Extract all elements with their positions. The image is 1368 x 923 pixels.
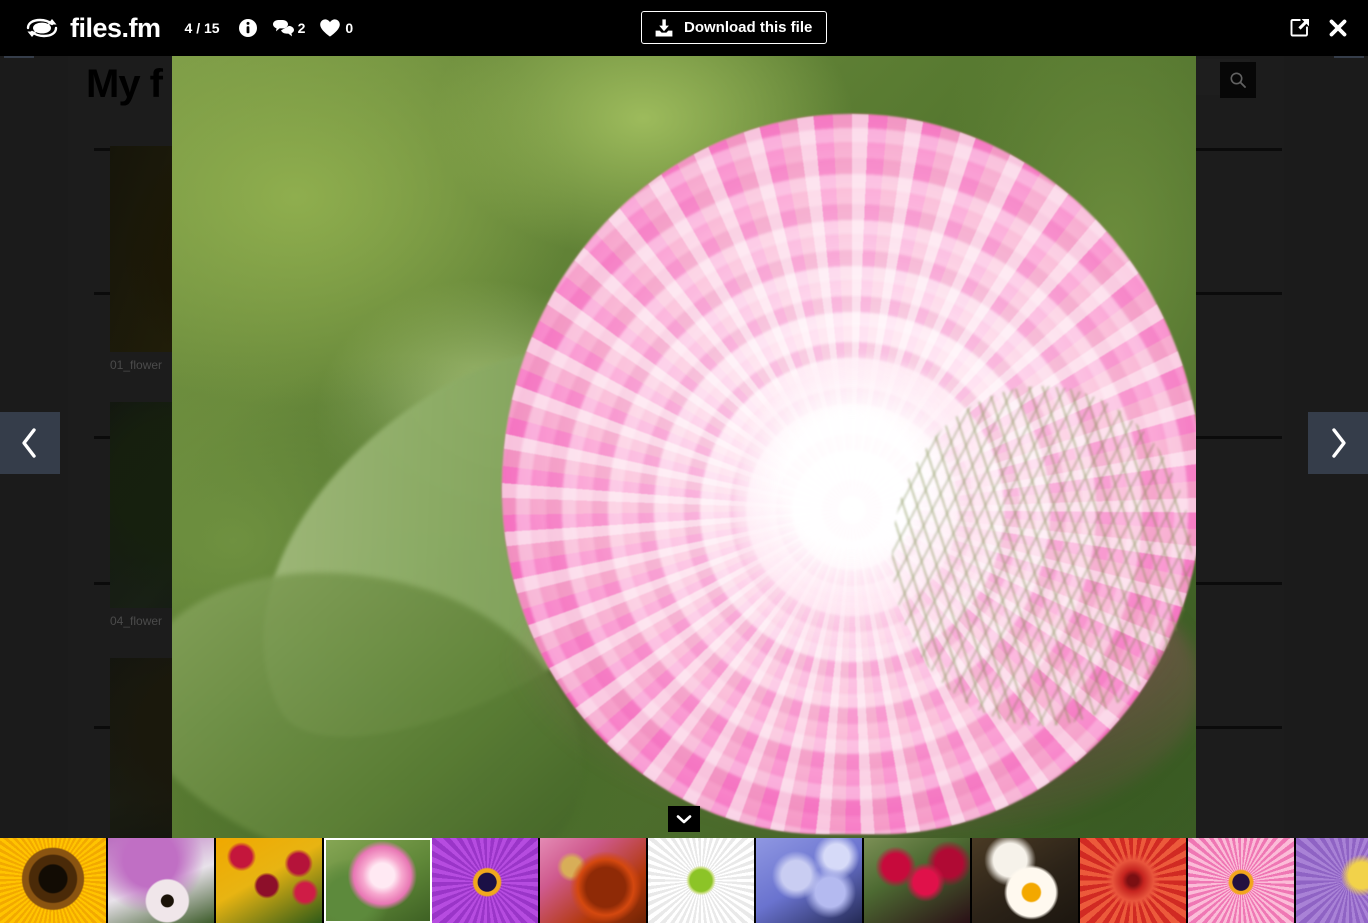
chevron-right-icon — [1332, 428, 1346, 458]
filmstrip-thumbnail-blue-plumbago[interactable] — [756, 838, 864, 923]
logo-text[interactable]: files.fm — [70, 13, 161, 44]
filmstrip-thumbnail-white-green-chrysanthemum[interactable] — [648, 838, 756, 923]
info-button[interactable] — [238, 18, 258, 38]
photo-clover — [172, 56, 1196, 838]
search-icon — [1230, 72, 1246, 88]
filmstrip-thumbnail-red-dahlia[interactable] — [1080, 838, 1188, 923]
top-toolbar: files.fm 4 / 15 2 0 Download this file — [0, 0, 1368, 56]
close-icon — [1329, 19, 1347, 37]
comment-count: 2 — [297, 20, 306, 36]
filmstrip-thumbnail-purple-and-white-osteospermum[interactable] — [108, 838, 216, 923]
files-fm-logo-icon[interactable] — [22, 15, 62, 41]
download-icon — [655, 18, 673, 36]
page-title: My f — [86, 62, 163, 106]
filmstrip-thumbnail-red-daisies[interactable] — [216, 838, 324, 923]
info-icon — [238, 19, 257, 37]
filmstrip-thumbnail-sunflower[interactable] — [0, 838, 108, 923]
search-button[interactable] — [1220, 62, 1256, 98]
chevron-left-icon — [22, 428, 36, 458]
filmstrip-thumbnail-red-fuchsia[interactable] — [864, 838, 972, 923]
filmstrip-thumbnail-white-narcissus[interactable] — [972, 838, 1080, 923]
comments-button[interactable]: 2 — [272, 19, 306, 37]
like-count: 0 — [345, 20, 354, 36]
next-image-button[interactable] — [1308, 412, 1368, 474]
image-counter: 4 / 15 — [184, 20, 220, 36]
close-button[interactable] — [1326, 16, 1350, 40]
like-button[interactable]: 0 — [319, 18, 353, 38]
filmstrip-thumbnail-purple-waterlily[interactable] — [1296, 838, 1368, 923]
open-in-new-window-button[interactable] — [1288, 16, 1312, 40]
filmstrip-thumbnail-pink-osteospermum[interactable] — [1188, 838, 1296, 923]
filmstrip-thumbnail-pink-clover[interactable] — [324, 838, 432, 923]
clover-stems — [892, 386, 1192, 726]
comment-icon — [272, 20, 294, 37]
filmstrip-thumbnail-violet-osteospermum[interactable] — [432, 838, 540, 923]
filmstrip-thumbnail-echinacea-with-bee[interactable] — [540, 838, 648, 923]
toolbar-left-group: files.fm 4 / 15 2 0 — [22, 0, 353, 56]
heart-icon — [320, 19, 341, 37]
download-button-label: Download this file — [684, 19, 813, 36]
previous-image-button[interactable] — [0, 412, 60, 474]
chevron-down-icon — [676, 815, 692, 824]
expand-image-button[interactable] — [668, 806, 700, 832]
download-this-file-button[interactable]: Download this file — [641, 11, 828, 44]
toolbar-right-group — [1288, 0, 1350, 56]
viewer-image[interactable] — [172, 56, 1196, 838]
open-in-new-window-icon — [1290, 19, 1309, 37]
thumbnail-filmstrip[interactable] — [0, 838, 1368, 923]
